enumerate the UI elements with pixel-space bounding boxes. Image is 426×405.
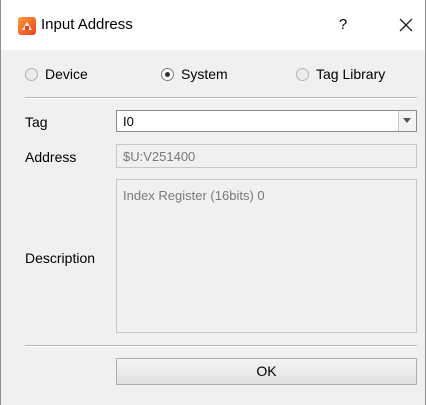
radio-device-indicator[interactable] <box>25 67 38 81</box>
address-label: Address <box>25 149 77 165</box>
description-field: Index Register (16bits) 0 <box>116 179 417 333</box>
radio-system[interactable]: System <box>161 64 228 84</box>
description-label: Description <box>25 250 96 266</box>
radio-device[interactable]: Device <box>25 64 88 84</box>
radio-device-label: Device <box>45 66 88 82</box>
divider-bottom <box>25 345 417 347</box>
address-field: $U:V251400 <box>116 144 417 168</box>
tag-label: Tag <box>25 114 48 130</box>
chevron-down-icon <box>403 118 411 123</box>
address-value: $U:V251400 <box>123 149 196 164</box>
window-title: Input Address <box>41 16 133 33</box>
radio-tag-library-label: Tag Library <box>316 66 386 82</box>
close-icon <box>399 18 413 32</box>
radio-system-indicator[interactable] <box>161 67 174 81</box>
radio-system-label: System <box>181 66 228 82</box>
app-logo-icon <box>18 17 36 35</box>
radio-tag-library-indicator[interactable] <box>296 67 309 81</box>
input-address-dialog: Input Address ? Device System Tag Librar… <box>0 0 426 405</box>
tag-value: I0 <box>123 114 134 129</box>
divider-top <box>25 97 417 99</box>
description-value: Index Register (16bits) 0 <box>123 188 265 203</box>
help-button[interactable]: ? <box>331 14 355 36</box>
tag-combobox[interactable]: I0 <box>116 110 417 132</box>
radio-tag-library[interactable]: Tag Library <box>296 64 385 84</box>
title-bar: Input Address ? <box>1 0 425 50</box>
tag-dropdown-button[interactable] <box>398 111 416 131</box>
close-button[interactable] <box>393 12 419 38</box>
ok-button[interactable]: OK <box>116 358 417 385</box>
